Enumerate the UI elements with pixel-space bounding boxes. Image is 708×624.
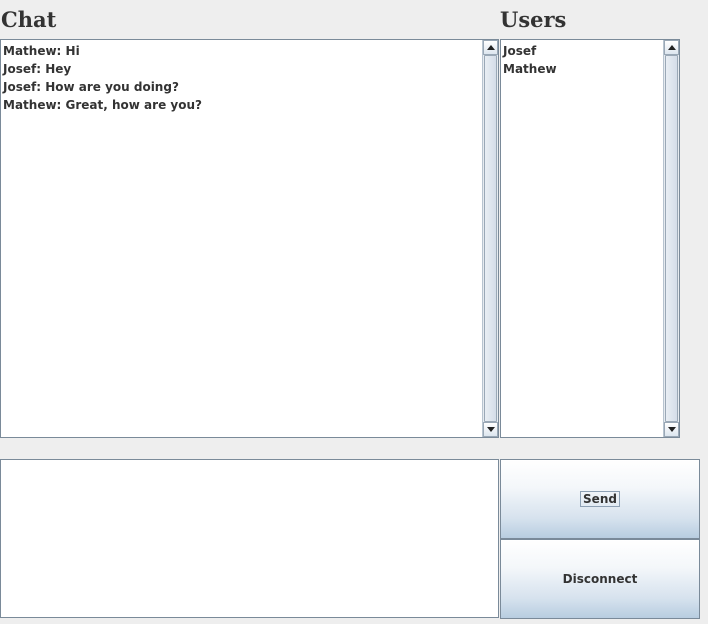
send-button-label: Send (580, 491, 620, 507)
chevron-up-icon (668, 45, 676, 50)
message-input[interactable] (0, 459, 499, 618)
chat-message: Mathew: Hi (3, 44, 80, 58)
disconnect-button-label: Disconnect (562, 572, 638, 586)
users-scroll-track[interactable] (664, 55, 679, 422)
users-scroll-up-button[interactable] (664, 40, 679, 55)
chat-scroll-track[interactable] (483, 55, 498, 422)
user-list: Josef Mathew (503, 42, 662, 78)
chat-message-list: Mathew: Hi Josef: Hey Josef: How are you… (3, 42, 481, 114)
users-scrollbar[interactable] (663, 40, 679, 437)
users-heading: Users (500, 7, 567, 32)
chat-heading: Chat (1, 7, 57, 32)
disconnect-button[interactable]: Disconnect (500, 539, 700, 619)
chevron-down-icon (668, 427, 676, 432)
chat-scrollbar[interactable] (482, 40, 498, 437)
chat-scroll-down-button[interactable] (483, 422, 498, 437)
users-scroll-thumb[interactable] (665, 55, 678, 422)
users-scroll-down-button[interactable] (664, 422, 679, 437)
chat-log[interactable]: Mathew: Hi Josef: Hey Josef: How are you… (0, 39, 499, 438)
send-button[interactable]: Send (500, 459, 700, 539)
user-item-josef[interactable]: Josef (503, 42, 662, 60)
chevron-down-icon (487, 427, 495, 432)
users-list[interactable]: Josef Mathew (500, 39, 680, 438)
user-item-mathew[interactable]: Mathew (503, 60, 662, 78)
chat-message: Josef: How are you doing? (3, 80, 179, 94)
chevron-up-icon (487, 45, 495, 50)
chat-scroll-up-button[interactable] (483, 40, 498, 55)
chat-message: Josef: Hey (3, 62, 72, 76)
chat-message: Mathew: Great, how are you? (3, 98, 202, 112)
chat-scroll-thumb[interactable] (484, 55, 497, 422)
